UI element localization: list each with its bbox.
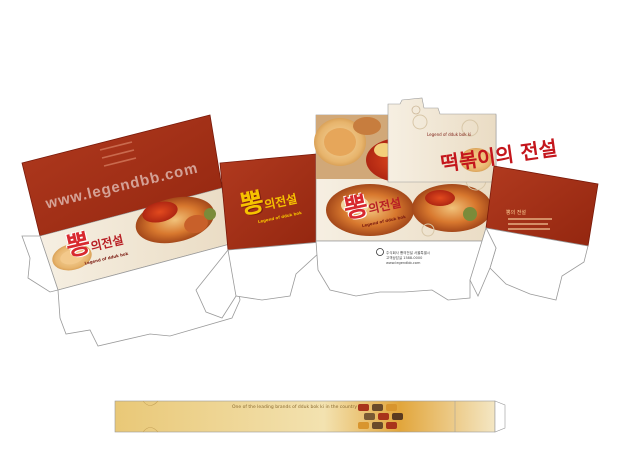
back-panel-text-line <box>508 218 552 220</box>
main-panel-flaps <box>315 240 497 301</box>
right-logo-subtitle: Legend of dduk bok ki <box>427 132 472 137</box>
logo-secondary: 의전설 <box>89 232 125 254</box>
logo-main-glyph: 뽕 <box>341 190 371 226</box>
strip-tagline: One of the leading brands of dduk bok ki… <box>232 405 358 410</box>
back-panel-title: 뽕의 전설 <box>506 210 526 216</box>
logo-main-glyph: 뽕 <box>237 186 267 222</box>
company-info: 주식회사 뽕의전설 서울특별시 고객상담실 1588-0000 www.lege… <box>386 251 430 266</box>
back-panel-text-line <box>508 223 548 225</box>
info-line: www.legendbb.com <box>386 261 421 265</box>
logo-secondary: 의전설 <box>367 195 403 217</box>
back-panel-text-line <box>508 228 550 230</box>
logo-secondary: 의전설 <box>263 191 299 213</box>
